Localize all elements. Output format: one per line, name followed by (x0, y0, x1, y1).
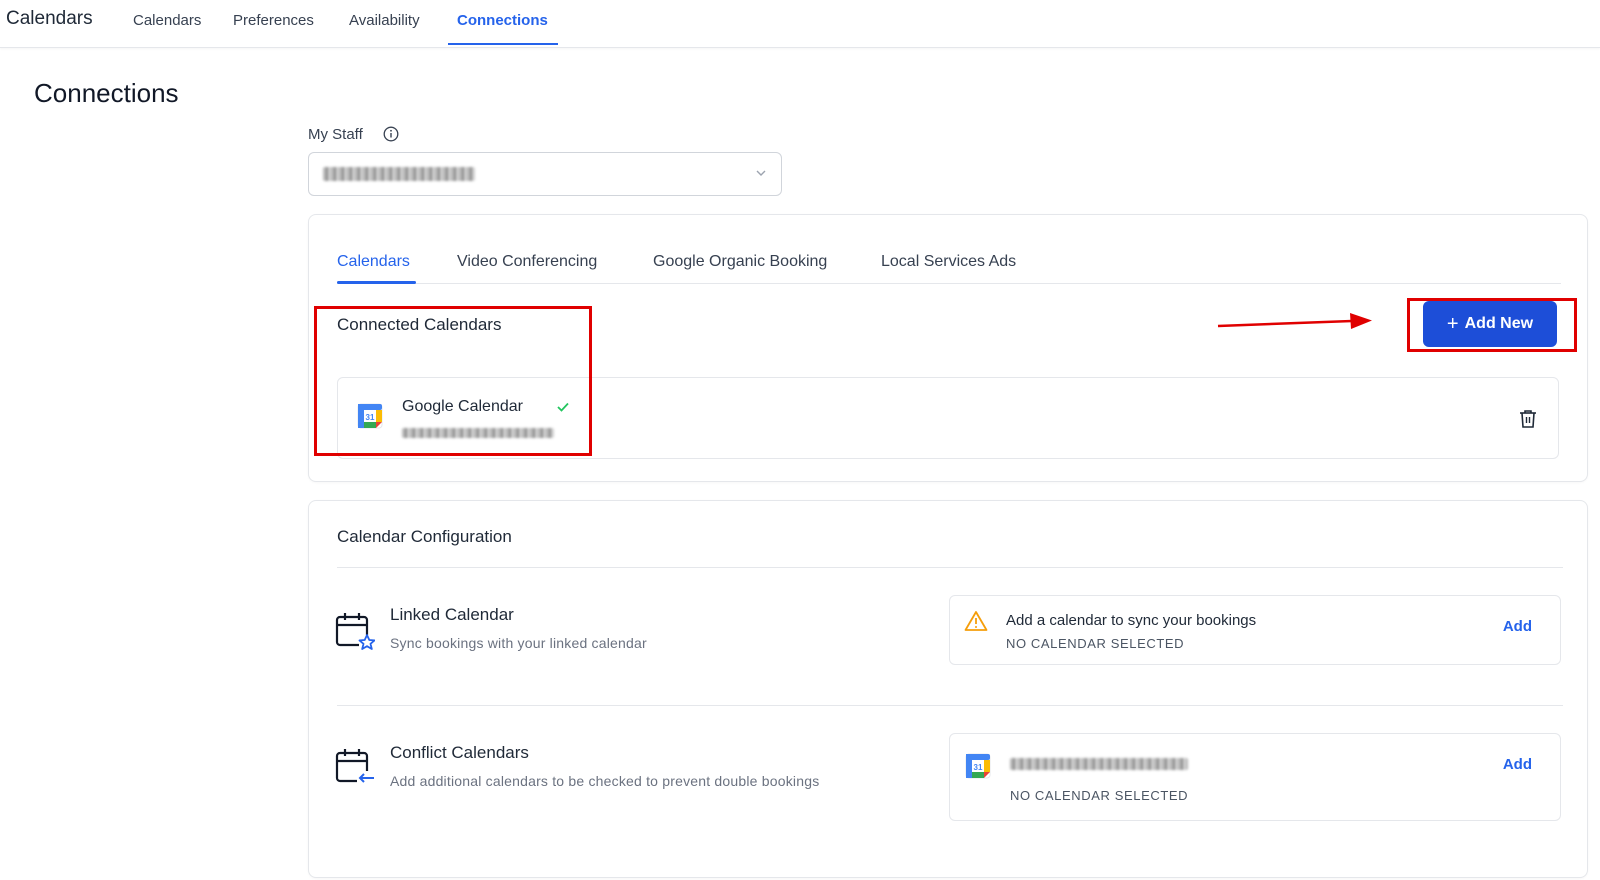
nav-item-availability[interactable]: Availability (349, 12, 420, 29)
info-icon[interactable] (383, 126, 399, 142)
calendar-arrow-icon (335, 749, 375, 785)
tabs-divider (337, 283, 1561, 284)
annotation-add-new-highlight (1407, 298, 1577, 352)
conflict-calendars-add-link[interactable]: Add (1503, 756, 1532, 773)
config-row-divider (337, 705, 1563, 706)
staff-label: My Staff (308, 126, 363, 143)
conflict-calendars-status: 31 NO CALENDAR SELECTED Add (949, 733, 1561, 821)
page-title: Connections (34, 78, 179, 108)
conflict-status-subtitle: NO CALENDAR SELECTED (1010, 788, 1189, 803)
calendar-configuration-title: Calendar Configuration (337, 527, 512, 546)
tab-calendars[interactable]: Calendars (337, 253, 410, 271)
warning-icon (964, 611, 988, 631)
calendar-configuration-card: Calendar Configuration Linked Calendar S… (308, 500, 1588, 878)
linked-calendar-add-link[interactable]: Add (1503, 618, 1532, 635)
linked-calendar-title: Linked Calendar (390, 605, 514, 624)
tab-local-services-ads[interactable]: Local Services Ads (881, 253, 1016, 271)
staff-select[interactable] (308, 152, 782, 196)
tab-active-indicator (337, 281, 416, 284)
config-divider (337, 567, 1563, 568)
nav-item-calendars[interactable]: Calendars (133, 12, 201, 29)
svg-text:31: 31 (974, 763, 983, 772)
app-title: Calendars (6, 8, 93, 29)
nav-item-connections[interactable]: Connections (457, 12, 548, 29)
linked-calendar-subtitle: Sync bookings with your linked calendar (390, 635, 647, 651)
nav-item-preferences[interactable]: Preferences (233, 12, 314, 29)
redacted-staff-name (323, 167, 475, 181)
google-calendar-icon: 31 (965, 753, 991, 779)
tab-video-conferencing[interactable]: Video Conferencing (457, 253, 597, 271)
conflict-calendars-subtitle: Add additional calendars to be checked t… (390, 773, 820, 789)
annotation-arrow-icon (1217, 313, 1372, 329)
top-navigation: Calendars Calendars Preferences Availabi… (0, 0, 1600, 48)
redacted-conflict-calendar (1010, 758, 1188, 770)
linked-status-title: Add a calendar to sync your bookings (1006, 612, 1257, 629)
calendar-star-icon (335, 613, 375, 651)
trash-icon[interactable] (1518, 408, 1538, 430)
linked-status-subtitle: NO CALENDAR SELECTED (1006, 636, 1185, 651)
nav-active-indicator (448, 43, 558, 45)
conflict-calendars-title: Conflict Calendars (390, 743, 529, 762)
linked-calendar-status: Add a calendar to sync your bookings NO … (949, 595, 1561, 665)
tab-google-organic-booking[interactable]: Google Organic Booking (653, 253, 827, 271)
annotation-connected-calendars-highlight (314, 306, 592, 456)
chevron-down-icon (756, 170, 766, 176)
